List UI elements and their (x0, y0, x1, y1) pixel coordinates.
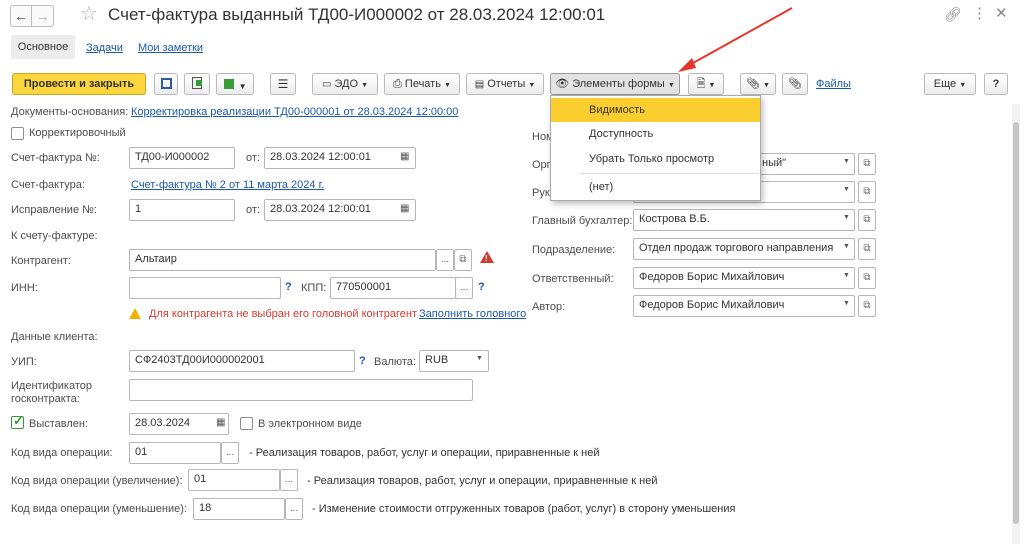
org-open-button[interactable]: ⧉ (858, 153, 876, 175)
vertical-scrollbar[interactable] (1012, 104, 1020, 544)
menu-item-visibility[interactable]: Видимость (551, 98, 760, 122)
issued-checkbox[interactable]: ✓ (11, 413, 24, 429)
client-data-label: Данные клиента: (11, 331, 98, 343)
kpp-help-icon[interactable]: ? (478, 281, 485, 293)
issued-label: Выставлен: (29, 418, 89, 430)
scrollbar-thumb[interactable] (1013, 122, 1019, 524)
issued-date-field[interactable]: 28.03.2024 (129, 413, 229, 435)
from-label: от: (246, 152, 260, 164)
to-invoice-label: К счету-фактуре: (11, 230, 98, 242)
invoice-date-field[interactable]: 28.03.2024 12:00:01 (264, 147, 416, 169)
invoice-no-field[interactable]: ТД00-И000002 (129, 147, 235, 169)
fix-date-field[interactable]: 28.03.2024 12:00:01 (264, 199, 416, 221)
inn-label: ИНН: (11, 282, 38, 294)
invoice-no-label: Счет-фактура №: (11, 152, 100, 164)
kpp-select-button[interactable]: ... (455, 277, 473, 299)
chevron-down-icon[interactable]: ▼ (843, 214, 850, 221)
calendar-icon[interactable]: ▦ (400, 203, 409, 214)
base-docs-link[interactable]: Корректировка реализации ТД00-000001 от … (131, 106, 458, 118)
open-icon: ⧉ (863, 158, 871, 169)
uip-help-icon[interactable]: ? (359, 355, 366, 367)
corrective-checkbox[interactable] (11, 127, 24, 140)
invoice-label: Счет-фактура: (11, 179, 85, 191)
responsible-open-button[interactable]: ⧉ (858, 267, 876, 289)
author-open-button[interactable]: ⧉ (858, 295, 876, 317)
uip-field[interactable]: СФ2403ТД00И000002001 (129, 350, 355, 372)
division-open-button[interactable]: ⧉ (858, 238, 876, 260)
currency-label: Валюта: (374, 356, 416, 368)
division-label: Подразделение: (532, 244, 616, 256)
head-label: Рук (532, 187, 550, 199)
contractor-field[interactable]: Альтаир (129, 249, 436, 271)
chevron-down-icon[interactable]: ▼ (843, 300, 850, 307)
author-field[interactable]: Федоров Борис Михайлович (633, 295, 855, 317)
contractor-open-button[interactable]: ⧉ (454, 249, 472, 271)
invoice-link[interactable]: Счет-фактура № 2 от 11 марта 2024 г. (131, 179, 324, 191)
menu-item-none[interactable]: (нет) (551, 175, 760, 199)
inn-help-icon[interactable]: ? (285, 281, 292, 293)
open-icon: ⧉ (863, 186, 871, 197)
fill-head-link[interactable]: Заполнить головного (419, 308, 526, 320)
electronic-checkbox[interactable] (240, 417, 253, 430)
chief-acc-field[interactable]: Кострова В.Б. (633, 209, 855, 231)
chevron-down-icon[interactable]: ▼ (843, 186, 850, 193)
calendar-icon[interactable]: ▦ (216, 417, 225, 428)
contractor-select-button[interactable]: ... (436, 249, 454, 271)
electronic-label: В электронном виде (258, 418, 362, 430)
open-icon: ⧉ (863, 214, 871, 225)
op-code-inc-desc: - Реализация товаров, работ, услуг и опе… (307, 475, 658, 487)
author-label: Автор: (532, 301, 566, 313)
corrective-label: Корректировочный (29, 127, 126, 139)
op-code-select-button[interactable]: ... (221, 442, 239, 464)
contractor-label: Контрагент: (11, 255, 71, 267)
op-code-label: Код вида операции: (11, 447, 113, 459)
op-code-inc-label: Код вида операции (увеличение): (11, 475, 183, 487)
inn-field[interactable] (129, 277, 281, 299)
gov-id-field[interactable] (129, 379, 473, 401)
op-code-inc-field[interactable]: 01 (188, 469, 280, 491)
chief-acc-label: Главный бухгалтер: (532, 215, 633, 227)
open-icon: ⧉ (863, 272, 871, 283)
chevron-down-icon[interactable]: ▼ (843, 243, 850, 250)
chevron-down-icon[interactable]: ▼ (843, 272, 850, 279)
kpp-field[interactable]: 770500001 (330, 277, 456, 299)
org-label: Орг (532, 159, 551, 171)
op-code-desc: - Реализация товаров, работ, услуг и опе… (249, 447, 600, 459)
op-code-dec-field[interactable]: 18 (193, 498, 285, 520)
red-arrow-annotation (678, 7, 793, 72)
checkmark-icon: ✓ (13, 413, 24, 428)
fix-no-field[interactable]: 1 (129, 199, 235, 221)
kpp-label: КПП: (301, 282, 327, 294)
responsible-label: Ответственный: (532, 273, 614, 285)
op-code-dec-label: Код вида операции (уменьшение): (11, 503, 187, 515)
base-docs-label: Документы-основания: (11, 106, 129, 118)
open-icon: ⧉ (459, 254, 467, 265)
fix-from-label: от: (246, 204, 260, 216)
op-code-dec-desc: - Изменение стоимости отгруженных товаро… (312, 503, 736, 515)
op-code-inc-select-button[interactable]: ... (280, 469, 298, 491)
op-code-field[interactable]: 01 (129, 442, 221, 464)
chevron-down-icon[interactable]: ▼ (476, 355, 483, 362)
chief-acc-open-button[interactable]: ⧉ (858, 209, 876, 231)
warning-text: Для контрагента не выбран его головной к… (149, 308, 418, 320)
error-warning-mark: ! (485, 254, 488, 263)
chevron-down-icon[interactable]: ▼ (843, 158, 850, 165)
gov-id-label-1: Идентификатор (11, 380, 92, 392)
calendar-icon[interactable]: ▦ (400, 151, 409, 162)
menu-item-remove-readonly[interactable]: Убрать Только просмотр (551, 147, 760, 171)
uip-label: УИП: (11, 356, 37, 368)
open-icon: ⧉ (863, 243, 871, 254)
gov-id-label-2: госконтракта: (11, 393, 80, 405)
open-icon: ⧉ (863, 300, 871, 311)
form-elements-dropdown: Видимость Доступность Убрать Только прос… (550, 95, 761, 201)
menu-item-availability[interactable]: Доступность (551, 122, 760, 146)
division-field[interactable]: Отдел продаж торгового направления (633, 238, 855, 260)
responsible-field[interactable]: Федоров Борис Михайлович (633, 267, 855, 289)
head-open-button[interactable]: ⧉ (858, 181, 876, 203)
menu-divider (581, 173, 759, 174)
warning-icon (129, 308, 141, 319)
fix-no-label: Исправление №: (11, 204, 97, 216)
op-code-dec-select-button[interactable]: ... (285, 498, 303, 520)
